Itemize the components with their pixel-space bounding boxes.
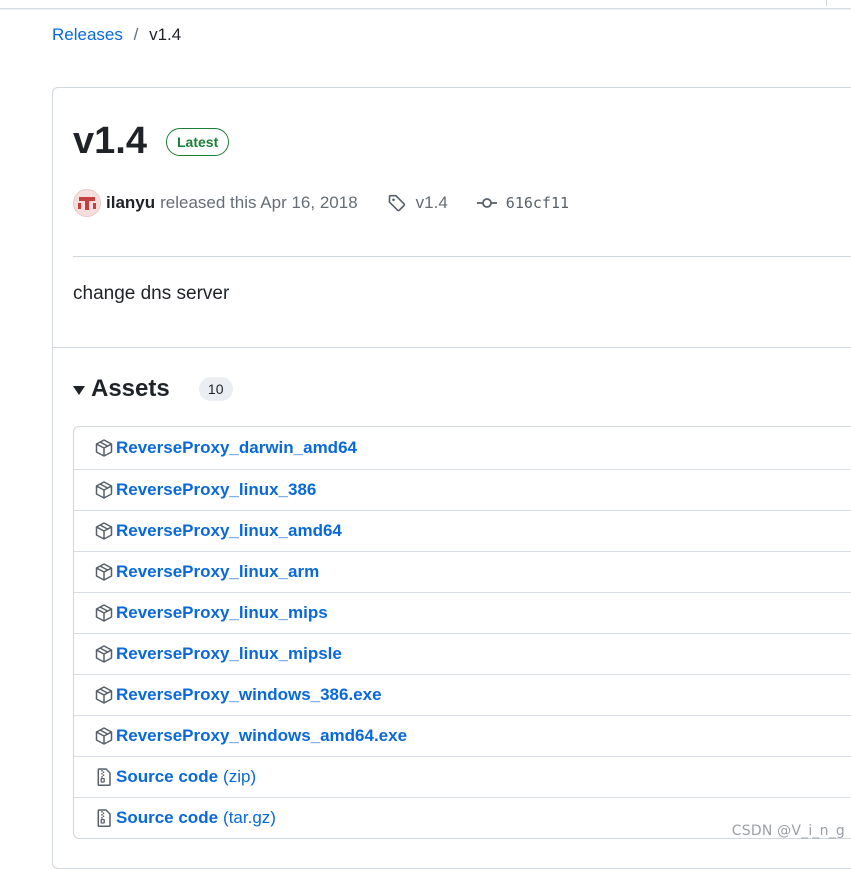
breadcrumb-releases-link[interactable]: Releases	[52, 25, 123, 44]
breadcrumb-separator: /	[133, 25, 139, 44]
asset-row: ReverseProxy_linux_amd64	[74, 510, 851, 551]
package-icon	[95, 439, 113, 457]
asset-link[interactable]: ReverseProxy_linux_mips	[116, 603, 328, 623]
release-meta: ilanyu released this Apr 16, 2018 v1.4 6…	[73, 189, 569, 217]
package-icon	[95, 727, 113, 745]
assets-title: Assets	[91, 375, 170, 402]
assets-count-badge: 10	[198, 377, 233, 401]
top-border	[0, 0, 851, 9]
divider	[73, 256, 851, 257]
asset-row: ReverseProxy_linux_mipsle	[74, 633, 851, 674]
asset-row: ReverseProxy_linux_arm	[74, 551, 851, 592]
package-icon	[95, 481, 113, 499]
watermark: CSDN @V_i_n_g	[731, 823, 845, 839]
asset-row: ReverseProxy_linux_mips	[74, 592, 851, 633]
asset-format-label: (tar.gz)	[223, 808, 276, 827]
asset-link[interactable]: ReverseProxy_linux_mipsle	[116, 644, 342, 664]
package-icon	[95, 563, 113, 581]
package-icon	[95, 645, 113, 663]
asset-row: ReverseProxy_windows_amd64.exe	[74, 715, 851, 756]
package-icon	[95, 604, 113, 622]
asset-format-label: (zip)	[223, 767, 257, 786]
commit-sha: 616cf11	[505, 194, 570, 212]
asset-row: ReverseProxy_darwin_amd64	[74, 427, 851, 469]
released-date-text: released this Apr 16, 2018	[160, 193, 358, 212]
latest-badge: Latest	[166, 128, 230, 156]
asset-link[interactable]: ReverseProxy_darwin_amd64	[116, 438, 357, 458]
package-icon	[95, 686, 113, 704]
avatar[interactable]	[73, 189, 101, 217]
asset-link[interactable]: ReverseProxy_linux_amd64	[116, 521, 342, 541]
assets-toggle[interactable]: Assets 10	[73, 374, 233, 404]
asset-link[interactable]: ReverseProxy_linux_386	[116, 480, 316, 500]
file-zip-icon	[97, 809, 111, 827]
caret-down-icon	[73, 385, 85, 395]
author-link[interactable]: ilanyu	[106, 193, 155, 213]
file-zip-icon	[97, 768, 111, 786]
asset-link[interactable]: Source code	[116, 808, 218, 828]
assets-list: ReverseProxy_darwin_amd64 ReverseProxy_li…	[73, 426, 851, 839]
release-title[interactable]: v1.4	[73, 118, 147, 164]
release-notes: change dns server	[73, 283, 230, 304]
asset-row: ReverseProxy_linux_386	[74, 469, 851, 510]
git-commit-icon	[476, 198, 497, 208]
release-card: v1.4 Latest ilanyu released this Apr 16,…	[52, 87, 851, 869]
divider	[53, 347, 851, 348]
asset-link[interactable]: ReverseProxy_linux_arm	[116, 562, 319, 582]
package-icon	[95, 522, 113, 540]
tag-icon	[388, 194, 405, 212]
breadcrumb-current: v1.4	[149, 25, 182, 44]
top-edge-mark	[826, 0, 837, 6]
asset-row: ReverseProxy_windows_386.exe	[74, 674, 851, 715]
tag-link[interactable]: v1.4	[387, 193, 448, 213]
breadcrumb: Releases / v1.4	[52, 25, 181, 45]
asset-row: Source code (zip)	[74, 756, 851, 797]
tag-label: v1.4	[415, 193, 448, 212]
asset-link[interactable]: ReverseProxy_windows_amd64.exe	[116, 726, 407, 746]
asset-link[interactable]: ReverseProxy_windows_386.exe	[116, 685, 382, 705]
asset-link[interactable]: Source code	[116, 767, 218, 787]
commit-link[interactable]: 616cf11	[476, 194, 570, 212]
